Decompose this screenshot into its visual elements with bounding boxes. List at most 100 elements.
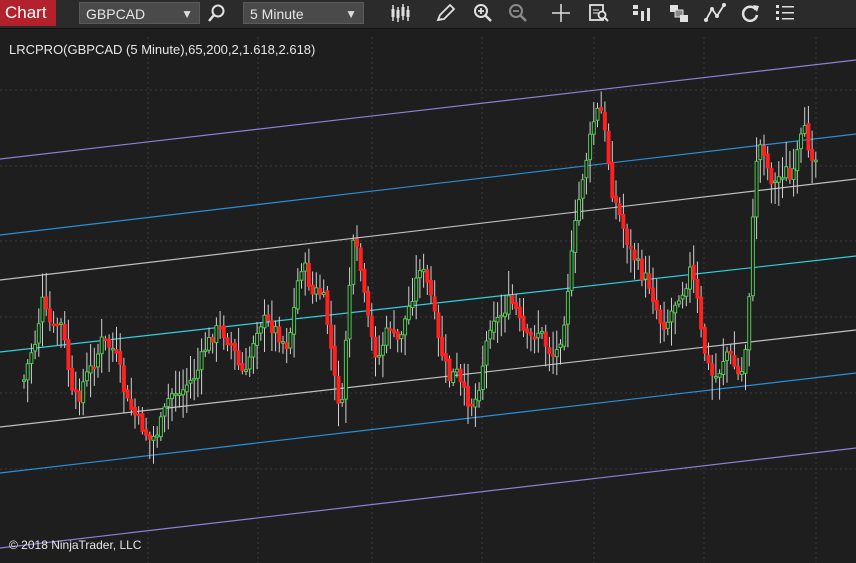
candle-body	[203, 349, 208, 353]
candle-body	[750, 216, 755, 297]
candle-body	[177, 393, 182, 397]
candle-body	[440, 336, 445, 357]
candle-body	[466, 385, 470, 407]
candle-body	[236, 350, 241, 366]
candle-body	[366, 290, 371, 316]
candle-body	[743, 349, 748, 374]
candle-body	[569, 250, 574, 291]
candle-body	[540, 330, 544, 334]
candle-body	[784, 166, 789, 179]
candle-body	[625, 228, 630, 245]
candle-body	[414, 277, 419, 302]
candle-body	[802, 124, 807, 134]
templates-icon[interactable]	[667, 2, 691, 24]
candle-body	[247, 356, 252, 370]
candle-body	[158, 416, 163, 438]
candle-body	[454, 368, 459, 373]
candle-body	[36, 323, 41, 344]
candle-body	[799, 133, 803, 150]
candle-body	[795, 149, 800, 172]
candle-body	[266, 314, 271, 321]
candle-body	[369, 315, 374, 337]
candle-body	[66, 338, 71, 370]
candle-body	[732, 355, 737, 367]
candle-body	[647, 273, 652, 289]
candle-body	[273, 326, 278, 334]
candle-body	[166, 398, 171, 407]
candle-body	[577, 199, 581, 222]
candle-body	[225, 337, 230, 346]
candle-body	[680, 294, 685, 300]
candle-body	[417, 270, 422, 279]
instrument-selector[interactable]: GBPCAD ▼	[79, 2, 200, 24]
candle-body	[469, 403, 474, 407]
candle-body	[595, 107, 600, 121]
candle-body	[610, 161, 615, 199]
candle-body	[547, 347, 552, 355]
candle-body	[676, 300, 681, 305]
search-icon[interactable]	[205, 2, 229, 24]
channel-outer-lower	[0, 447, 856, 549]
candle-body	[288, 332, 293, 349]
price-chart[interactable]	[0, 37, 856, 563]
candle-body	[329, 324, 334, 349]
candle-body	[695, 278, 700, 299]
candle-body	[451, 371, 456, 383]
candle-body	[643, 272, 648, 280]
candle-body	[436, 312, 441, 339]
candle-body	[602, 111, 607, 131]
candle-body	[706, 354, 711, 364]
drawing-tools-icon[interactable]	[703, 2, 727, 24]
candle-body	[229, 343, 234, 346]
candle-body	[510, 295, 515, 305]
candle-body	[410, 301, 415, 309]
zoom-in-icon[interactable]	[471, 2, 495, 24]
zoom-out-icon[interactable]	[506, 2, 530, 24]
candle-body	[51, 323, 56, 326]
candle-body	[207, 336, 211, 351]
candle-body	[92, 366, 97, 370]
candle-body	[321, 292, 326, 295]
interval-selector[interactable]: 5 Minute ▼	[243, 2, 364, 24]
list-icon[interactable]	[773, 2, 797, 24]
candle-body	[314, 287, 319, 295]
indicator-label: LRCPRO(GBPCAD (5 Minute),65,200,2,1.618,…	[9, 42, 316, 57]
candle-body	[340, 399, 345, 403]
chart-tab[interactable]: Chart	[0, 0, 56, 26]
candle-body	[121, 365, 126, 393]
candle-body	[77, 390, 82, 402]
candle-body	[244, 369, 248, 372]
candle-body	[665, 321, 670, 329]
candle-body	[673, 304, 678, 314]
candle-body	[651, 287, 655, 303]
interval-value: 5 Minute	[250, 6, 304, 22]
candle-body	[810, 149, 815, 161]
candle-body	[406, 305, 411, 321]
candle-body	[787, 167, 792, 180]
candle-body	[521, 315, 526, 331]
candle-body	[503, 312, 507, 317]
candle-body	[40, 296, 45, 323]
data-box-icon[interactable]	[587, 2, 611, 24]
candle-body	[736, 365, 741, 375]
candle-body	[281, 341, 285, 344]
candle-body	[636, 258, 641, 261]
refresh-icon[interactable]	[738, 2, 762, 24]
pencil-icon[interactable]	[434, 2, 458, 24]
bar-type-icon[interactable]	[388, 2, 412, 24]
candle-body	[514, 302, 519, 309]
candle-body	[458, 368, 463, 383]
crosshair-icon[interactable]	[549, 2, 573, 24]
volume-bars-icon[interactable]	[630, 2, 654, 24]
copyright-text: © 2018 NinjaTrader, LLC	[9, 538, 142, 552]
candle-body	[384, 327, 389, 346]
candle-body	[758, 144, 763, 161]
candle-body	[284, 342, 289, 349]
chevron-down-icon: ▼	[181, 7, 193, 21]
candle-body	[47, 308, 52, 323]
candle-body	[88, 365, 93, 374]
candle-body	[580, 179, 585, 199]
chart-toolbar: Chart GBPCAD ▼ 5 Minute ▼	[0, 0, 856, 29]
candle-body	[44, 296, 49, 310]
channel-middle-upper	[0, 133, 856, 236]
